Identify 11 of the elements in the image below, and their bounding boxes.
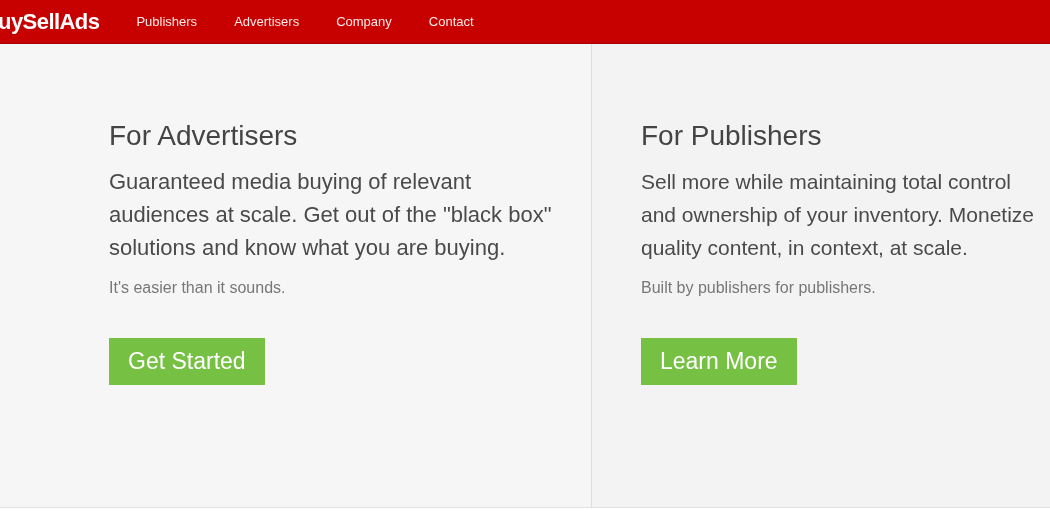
nav-link[interactable]: Contact xyxy=(428,11,474,32)
logo[interactable]: uySellAds xyxy=(0,5,100,38)
section-description: Sell more while maintaining total control and ownership of your inventory. Monetize quality content, in context, at scale. xyxy=(641,169,1035,261)
section-note: It's easier than it sounds. xyxy=(109,278,287,298)
section-title: For Publishers xyxy=(641,119,823,153)
section-description: Guaranteed media buying of relevant audiences at scale. Get out of the "black box" solutions and know what you are buying. xyxy=(109,168,553,262)
nav-link[interactable]: Publishers xyxy=(136,11,198,32)
nav-link[interactable]: Advertisers xyxy=(234,11,300,32)
nav-link[interactable]: Company xyxy=(336,11,392,32)
section-note: Built by publishers for publishers. xyxy=(641,278,877,298)
section-title: For Advertisers xyxy=(109,119,299,153)
